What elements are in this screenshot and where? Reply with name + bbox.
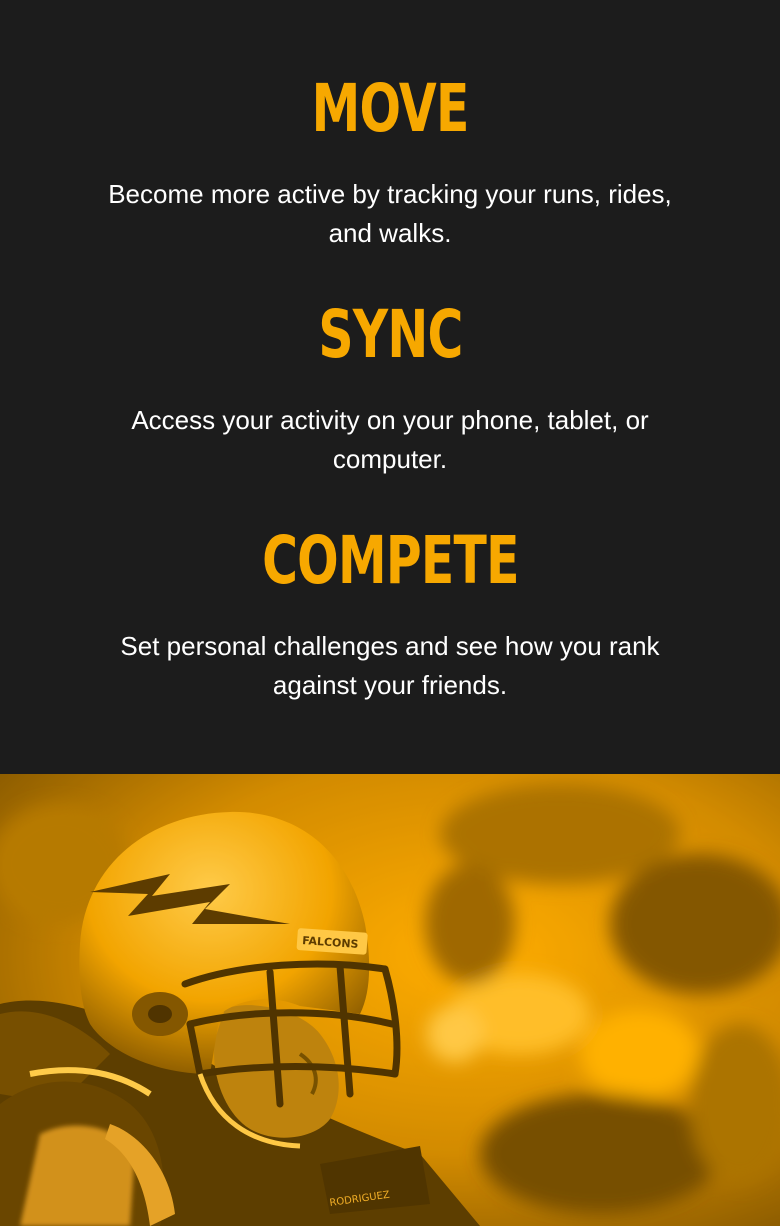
feature-title: MOVE [311,70,469,147]
feature-move: MOVE Become more active by tracking your… [0,74,780,253]
feature-title: SYNC [317,296,463,373]
feature-description: Become more active by tracking your runs… [108,179,672,248]
feature-sync: SYNC Access your activity on your phone,… [0,300,780,479]
hero-photo: RODRIGUEZ FALCONS [0,774,780,1226]
features-section: MOVE Become more active by tracking your… [0,0,780,774]
feature-compete: COMPETE Set personal challenges and see … [0,526,780,705]
football-player-illustration: RODRIGUEZ FALCONS [0,774,780,1226]
feature-description: Access your activity on your phone, tabl… [131,405,649,474]
feature-description: Set personal challenges and see how you … [120,631,660,700]
feature-title: COMPETE [261,522,519,599]
